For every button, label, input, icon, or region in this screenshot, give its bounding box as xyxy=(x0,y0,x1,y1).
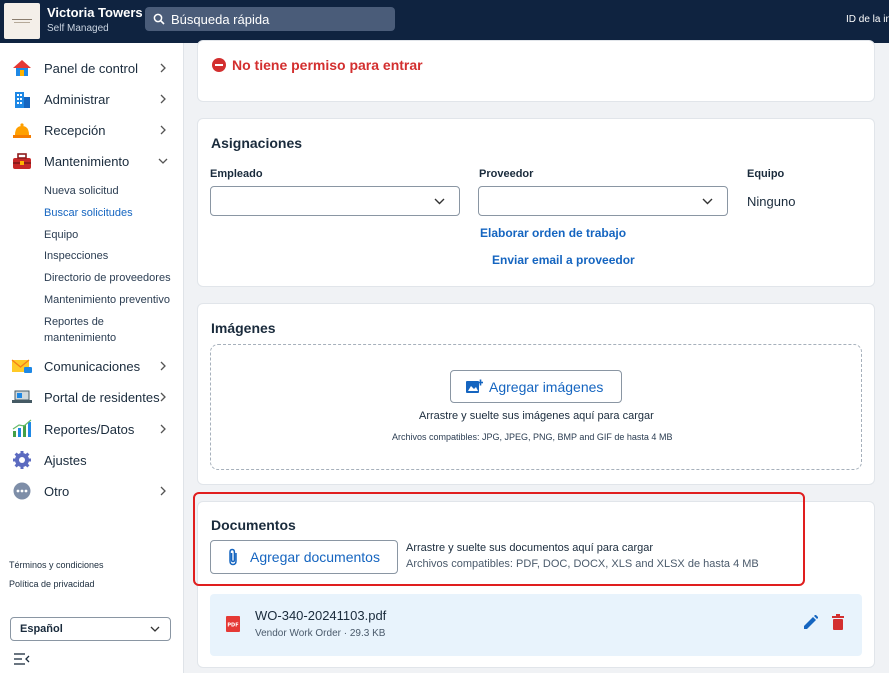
pdf-file-icon: PDF xyxy=(226,616,240,632)
gear-icon xyxy=(11,449,33,471)
terms-link[interactable]: Términos y condiciones xyxy=(9,560,104,570)
sidebar-item-label: Administrar xyxy=(44,91,110,107)
language-value: Español xyxy=(20,623,63,635)
sidebar-item-administrar[interactable]: Administrar xyxy=(0,85,184,113)
document-name[interactable]: WO-340-20241103.pdf xyxy=(255,608,386,623)
svg-text:PDF: PDF xyxy=(227,623,238,629)
sidebar-item-label: Comunicaciones xyxy=(44,358,141,374)
site-name[interactable]: Victoria Towers xyxy=(47,5,143,20)
chevron-right-icon xyxy=(160,424,166,434)
building-icon xyxy=(11,88,33,110)
employee-label: Empleado xyxy=(210,168,263,180)
chevron-right-icon xyxy=(160,94,166,104)
sidebar-subitem-buscar-solicitudes[interactable]: Buscar solicitudes xyxy=(44,207,133,219)
sidebar: Panel de control Administrar Recepción M… xyxy=(0,43,184,673)
mail-icon xyxy=(11,355,33,377)
chevron-down-icon xyxy=(158,158,168,164)
language-select[interactable]: Español xyxy=(10,617,171,641)
images-drop-text: Arrastre y suelte sus imágenes aquí para… xyxy=(419,410,654,422)
provider-label: Proveedor xyxy=(479,168,534,180)
images-title: Imágenes xyxy=(211,320,276,336)
chevron-right-icon xyxy=(160,361,166,371)
laptop-icon xyxy=(11,386,33,408)
sidebar-item-label: Ajustes xyxy=(44,452,87,468)
images-dropzone[interactable] xyxy=(210,344,862,470)
sidebar-item-portal-residentes[interactable]: Portal de residentes xyxy=(0,383,184,411)
sidebar-item-ajustes[interactable]: Ajustes xyxy=(0,446,184,474)
sidebar-subitem-equipo[interactable]: Equipo xyxy=(44,229,78,241)
property-id-label: ID de la in xyxy=(846,14,889,25)
privacy-link[interactable]: Política de privacidad xyxy=(9,579,95,589)
sidebar-item-recepcion[interactable]: Recepción xyxy=(0,116,184,144)
sidebar-subitem-mantenimiento-preventivo[interactable]: Mantenimiento preventivo xyxy=(44,294,170,306)
site-subtitle: Self Managed xyxy=(47,23,109,34)
search-input[interactable]: Búsqueda rápida xyxy=(145,7,395,31)
chevron-right-icon xyxy=(160,486,166,496)
sidebar-item-label: Reportes/Datos xyxy=(44,421,135,437)
email-provider-link[interactable]: Enviar email a proveedor xyxy=(492,253,635,267)
top-bar: Victoria Towers Self Managed Búsqueda rá… xyxy=(0,0,889,43)
add-images-label: Agregar imágenes xyxy=(489,378,604,395)
search-placeholder: Búsqueda rápida xyxy=(171,11,270,27)
sidebar-item-comunicaciones[interactable]: Comunicaciones xyxy=(0,352,184,380)
permission-message: No tiene permiso para entrar xyxy=(232,57,423,73)
delete-trash-icon[interactable] xyxy=(832,614,844,630)
search-icon xyxy=(153,13,165,25)
bar-chart-icon xyxy=(11,418,33,440)
images-compat-text: Archivos compatibles: JPG, JPEG, PNG, BM… xyxy=(392,432,673,442)
chevron-right-icon xyxy=(160,125,166,135)
create-work-order-link[interactable]: Elaborar orden de trabajo xyxy=(480,226,626,240)
chevron-right-icon xyxy=(160,392,166,402)
sidebar-item-label: Recepción xyxy=(44,122,106,138)
sidebar-item-otro[interactable]: Otro xyxy=(0,477,184,505)
chevron-down-icon xyxy=(150,626,160,632)
sidebar-subitem-directorio-proveedores[interactable]: Directorio de proveedores xyxy=(44,272,171,284)
chevron-right-icon xyxy=(160,63,166,73)
add-image-icon xyxy=(466,379,483,393)
logo-mark-icon xyxy=(12,19,32,23)
more-icon xyxy=(11,480,33,502)
sidebar-item-reportes-datos[interactable]: Reportes/Datos xyxy=(0,415,184,443)
toolbox-icon xyxy=(11,150,33,172)
sidebar-item-label: Mantenimiento xyxy=(44,153,130,169)
permission-error: No tiene permiso para entrar xyxy=(212,57,423,73)
document-list-item[interactable]: PDF WO-340-20241103.pdf Vendor Work Orde… xyxy=(210,594,862,656)
chevron-down-icon xyxy=(702,198,713,205)
assignments-title: Asignaciones xyxy=(211,135,303,151)
sidebar-subitem-inspecciones[interactable]: Inspecciones xyxy=(44,250,108,262)
house-icon xyxy=(11,57,33,79)
team-value: Ninguno xyxy=(747,194,796,209)
sidebar-item-panel[interactable]: Panel de control xyxy=(0,54,184,82)
sidebar-subitem-nueva-solicitud[interactable]: Nueva solicitud xyxy=(44,185,119,197)
documents-highlight-box xyxy=(193,492,805,586)
sidebar-subitem-reportes-mantenimiento-line2[interactable]: mantenimiento xyxy=(44,332,116,344)
sidebar-item-mantenimiento[interactable]: Mantenimiento xyxy=(0,147,184,175)
sidebar-item-label: Panel de control xyxy=(44,60,138,76)
property-logo[interactable] xyxy=(4,3,40,39)
error-icon xyxy=(212,58,226,72)
sidebar-subitem-reportes-mantenimiento[interactable]: Reportes de xyxy=(44,316,104,328)
document-meta: Vendor Work Order · 29.3 KB xyxy=(255,628,386,639)
collapse-sidebar-icon[interactable] xyxy=(14,653,30,665)
sidebar-item-label: Portal de residentes xyxy=(44,389,160,405)
add-images-button[interactable]: Agregar imágenes xyxy=(450,370,622,403)
bell-icon xyxy=(11,119,33,141)
team-label: Equipo xyxy=(747,168,785,180)
sidebar-item-label: Otro xyxy=(44,483,70,499)
employee-select[interactable] xyxy=(210,186,460,216)
provider-select[interactable] xyxy=(478,186,728,216)
chevron-down-icon xyxy=(434,198,445,205)
edit-pencil-icon[interactable] xyxy=(803,615,818,630)
